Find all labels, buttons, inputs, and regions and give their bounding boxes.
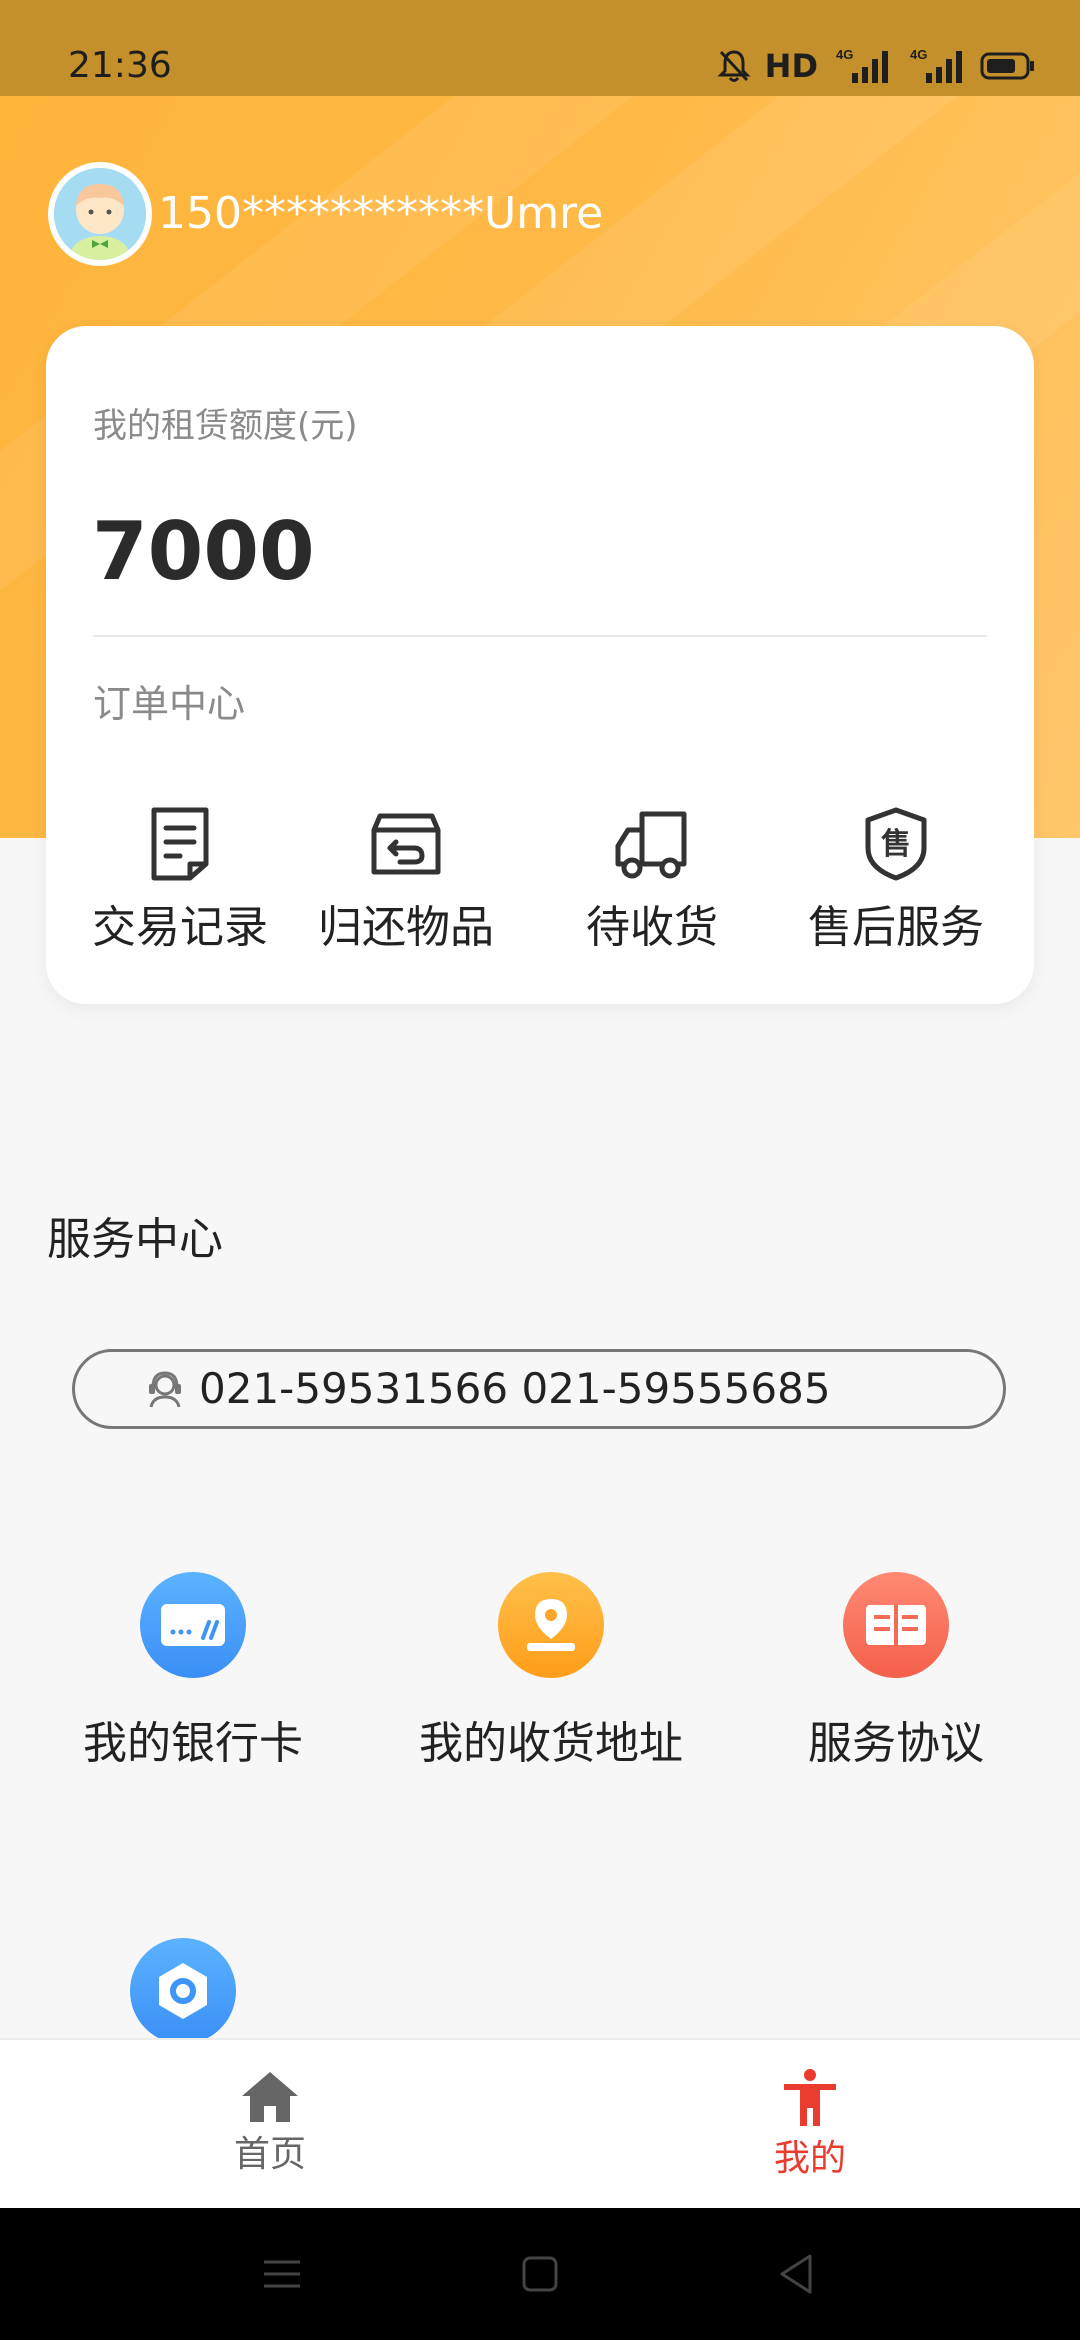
order-item-return[interactable]: 归还物品 <box>286 804 526 984</box>
menu-icon <box>264 2260 300 2288</box>
settings-icon[interactable] <box>130 1938 236 2044</box>
service-item-bank-card[interactable]: 我的银行卡 <box>43 1572 343 1774</box>
service-center-title: 服务中心 <box>47 1214 223 1265</box>
nav-mine[interactable]: 我的 <box>710 2068 910 2198</box>
user-name: 150***********Umre <box>158 188 604 239</box>
avatar[interactable] <box>48 162 152 266</box>
divider <box>93 635 987 637</box>
hotline-button[interactable]: 021-59531566 021-59555685 <box>72 1349 1006 1429</box>
signal-icon: 4G <box>910 47 962 83</box>
battery-icon <box>980 52 1034 80</box>
document-icon <box>151 807 209 881</box>
home-icon <box>242 2072 298 2122</box>
square-icon <box>522 2256 558 2292</box>
nav-home[interactable]: 首页 <box>170 2068 370 2198</box>
bank-card-icon <box>140 1572 246 1678</box>
account-card: 我的租赁额度(元) 7000 订单中心 交易记录 归还物品 待收货 售 售后服务 <box>46 326 1034 1004</box>
order-item-label: 售后服务 <box>808 902 984 953</box>
order-item-label: 交易记录 <box>92 902 268 953</box>
nav-home-label: 首页 <box>233 2134 306 2175</box>
quota-label: 我的租赁额度(元) <box>93 406 358 446</box>
customer-service-icon <box>149 1371 181 1408</box>
signal-icon: 4G <box>836 47 888 83</box>
quota-value: 7000 <box>92 505 315 598</box>
avatar-image <box>54 168 146 260</box>
service-item-address[interactable]: 我的收货地址 <box>401 1572 701 1774</box>
bottom-nav: 首页 我的 <box>0 2038 1080 2208</box>
network-type-label: 4G <box>910 47 927 62</box>
service-item-agreement[interactable]: 服务协议 <box>746 1572 1046 1774</box>
network-type-label: 4G <box>836 47 853 62</box>
hotline-number: 021-59531566 021-59555685 <box>199 1364 831 1413</box>
order-item-pending-delivery[interactable]: 待收货 <box>532 804 772 984</box>
status-bar: 21:36 HD 4G 4G <box>0 0 1080 96</box>
person-icon <box>784 2069 836 2126</box>
shield-icon-text: 售 <box>881 827 911 862</box>
shield-icon: 售 <box>865 807 927 881</box>
order-item-label: 待收货 <box>586 902 718 953</box>
menu-button[interactable] <box>212 2208 352 2340</box>
location-icon <box>498 1572 604 1678</box>
book-icon <box>843 1572 949 1678</box>
back-button[interactable] <box>726 2208 866 2340</box>
nav-mine-label: 我的 <box>773 2138 846 2179</box>
order-item-transactions[interactable]: 交易记录 <box>60 804 300 984</box>
back-triangle-icon <box>780 2254 812 2294</box>
mute-bell-icon <box>717 50 751 82</box>
order-item-after-sales[interactable]: 售 售后服务 <box>776 804 1016 984</box>
status-icons: HD 4G 4G <box>717 42 1036 90</box>
status-time: 21:36 <box>68 45 172 86</box>
order-item-label: 归还物品 <box>318 902 494 953</box>
home-button[interactable] <box>470 2208 610 2340</box>
hd-icon: HD <box>764 47 818 85</box>
user-avatar-icon <box>54 168 146 260</box>
system-nav-bar <box>0 2208 1080 2340</box>
service-item-label: 服务协议 <box>808 1718 984 1769</box>
truck-icon <box>615 811 687 879</box>
profile-screen: 21:36 HD 4G 4G 150***********Umre 我的租赁额度… <box>0 0 1080 2340</box>
return-box-icon <box>371 813 441 875</box>
service-item-label: 我的银行卡 <box>83 1718 303 1769</box>
service-item-label: 我的收货地址 <box>419 1718 683 1769</box>
order-center-title: 订单中心 <box>93 682 246 726</box>
